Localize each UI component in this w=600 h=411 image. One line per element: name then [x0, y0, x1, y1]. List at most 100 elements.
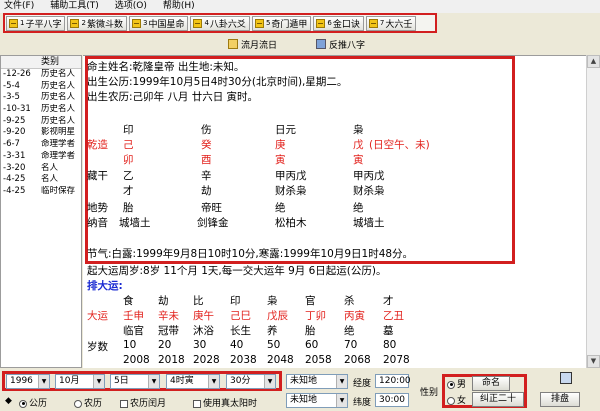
dropdown-arrow-icon: ▼: [336, 394, 347, 407]
paipan-button[interactable]: 排盘: [540, 392, 580, 407]
list-item[interactable]: -3-31 命理学者: [1, 151, 81, 163]
menu-help[interactable]: 帮助(H): [163, 0, 195, 13]
hour-zhi: 寅: [353, 154, 364, 166]
month-shishen: 伤: [201, 124, 212, 136]
list-item[interactable]: -3-20 名人: [1, 163, 81, 175]
save-icon[interactable]: [560, 372, 572, 384]
dropdown-arrow-icon: ▼: [264, 375, 275, 388]
fantui-label: 反推八字: [329, 40, 366, 51]
hour-value: 4时寅: [170, 376, 194, 386]
menu-file[interactable]: 文件(F): [4, 0, 34, 13]
list-item[interactable]: -9-25 历史名人: [1, 116, 81, 128]
gongli-radio[interactable]: 公历: [19, 396, 47, 409]
tab-ziwei[interactable]: 2 紫微斗数: [67, 15, 127, 31]
radio-icon: [19, 399, 27, 408]
hour-canggan: 甲丙戊: [353, 170, 385, 182]
minute-select[interactable]: 30分 ▼: [226, 374, 276, 389]
menu-tools[interactable]: 辅助工具(T): [50, 0, 99, 13]
year-dishi: 胎: [123, 202, 134, 214]
place-select-2[interactable]: 未知地 ▼: [286, 393, 348, 408]
checkbox-icon: [120, 399, 128, 408]
list-item[interactable]: -3-5 历史名人: [1, 92, 81, 104]
longitude-input[interactable]: 120:00: [375, 374, 411, 388]
dayun-year-cell: 2068: [344, 354, 371, 366]
dayun-ganzhi-cell: 丁卯: [305, 310, 326, 322]
tab-number: 7: [379, 19, 385, 27]
item-category: 历史名人: [41, 69, 76, 79]
item-category: 名人: [41, 174, 59, 185]
list-item[interactable]: -4-25 名人: [1, 174, 81, 186]
tab-liuyao[interactable]: 4 八卦六爻: [190, 15, 250, 31]
month-select[interactable]: 10月 ▼: [55, 374, 105, 389]
qianzao-label: 乾造: [87, 139, 108, 151]
naming-button[interactable]: 命名: [472, 376, 510, 391]
place-select-1[interactable]: 未知地 ▼: [286, 374, 348, 389]
item-category: 名人: [41, 162, 59, 173]
menu-options[interactable]: 选项(O): [115, 0, 147, 13]
item-date: -9-25: [3, 115, 26, 126]
dayun-shishen-cell: 劫: [158, 295, 169, 307]
nongli-line: 出生农历:己卯年 八月 廿六日 寅时。: [87, 91, 259, 103]
scroll-up-icon[interactable]: ▲: [587, 55, 600, 68]
solar-time-checkbox[interactable]: 使用真太阳时: [193, 396, 257, 409]
tab-number: 6: [327, 19, 332, 27]
list-item[interactable]: -6-7 命理学者: [1, 139, 81, 151]
date-column-header[interactable]: [1, 56, 37, 68]
liuyue-button[interactable]: 流月流日: [228, 37, 277, 51]
tab-number: 1: [20, 19, 25, 27]
list-item[interactable]: -9-20 影视明星: [1, 127, 81, 139]
list-item[interactable]: -12-26 历史名人: [1, 69, 81, 81]
module-icon: [70, 18, 80, 28]
item-category: 命理学者: [41, 150, 76, 161]
day-canggan: 甲丙戊: [275, 170, 307, 182]
tab-ziping[interactable]: 1 子平八字: [6, 15, 66, 31]
scroll-down-icon[interactable]: ▼: [587, 355, 600, 368]
dayun-age-cell: 10: [123, 339, 137, 351]
male-radio[interactable]: 男: [447, 377, 466, 390]
dropdown-arrow-icon: ▼: [38, 375, 49, 388]
dayun-dishi-cell: 冠带: [158, 325, 179, 337]
hour-nayin: 城墙土: [353, 217, 385, 229]
dayun-shishen-cell: 官: [305, 295, 316, 307]
tab-qimen[interactable]: 5 奇门遁甲: [251, 15, 312, 31]
qiyun-line: 起大运周岁:8岁 11个月 1天,每一交大运年 9月 6日起运(公历)。: [87, 265, 387, 277]
item-date: -3-31: [3, 150, 26, 161]
tab-liuren[interactable]: 7 大六壬: [365, 15, 417, 31]
item-category: 临时保存: [41, 185, 76, 196]
female-radio[interactable]: 女: [447, 393, 466, 406]
list-item[interactable]: -10-31 历史名人: [1, 104, 81, 116]
solar-time-label: 使用真太阳时: [203, 399, 258, 409]
dayun-shishen-cell: 比: [193, 295, 204, 307]
hour-dishi: 绝: [353, 202, 364, 214]
correct-button[interactable]: 纠正二十: [472, 392, 524, 407]
paipan-label: 排盘: [550, 394, 569, 404]
item-date: -9-20: [3, 127, 26, 138]
item-date: -6-7: [3, 139, 20, 150]
day-dishi: 绝: [275, 202, 286, 214]
year-select[interactable]: 1996 ▼: [6, 374, 50, 389]
calendar-mode-icon: ◆: [5, 396, 12, 406]
list-item[interactable]: -5-4 历史名人: [1, 81, 81, 93]
leap-month-checkbox[interactable]: 农历闰月: [120, 396, 166, 409]
hour-select[interactable]: 4时寅 ▼: [166, 374, 220, 389]
latitude-input[interactable]: 30:00: [375, 393, 409, 407]
list-item[interactable]: -4-25 临时保存: [1, 186, 81, 198]
minute-value: 30分: [230, 376, 251, 386]
dishi-label: 地势: [87, 202, 108, 214]
vertical-scrollbar[interactable]: ▲ ▼: [586, 55, 600, 368]
item-category: 历史名人: [41, 92, 76, 103]
day-select[interactable]: 5日 ▼: [110, 374, 160, 389]
fantui-button[interactable]: 反推八字: [316, 37, 365, 51]
checkbox-icon: [193, 399, 201, 408]
day-zhi: 寅: [275, 154, 286, 166]
tab-label: 子平八字: [25, 19, 62, 30]
tab-xingming[interactable]: 3 中国星命: [128, 15, 189, 31]
item-category: 历史名人: [41, 115, 76, 126]
module-toolbar: 1 子平八字 2 紫微斗数 3 中国星命 4 八卦六爻 5 奇门遁甲 6 金口诀 7 大六壬: [3, 13, 437, 33]
category-column-header[interactable]: 类别: [37, 56, 81, 68]
year-value: 1996: [10, 376, 33, 386]
tab-jinkou[interactable]: 6 金口诀: [313, 15, 364, 31]
nongli-radio[interactable]: 农历: [74, 396, 102, 409]
dayun-age-cell: 30: [193, 339, 207, 351]
item-date: -4-25: [3, 174, 26, 185]
